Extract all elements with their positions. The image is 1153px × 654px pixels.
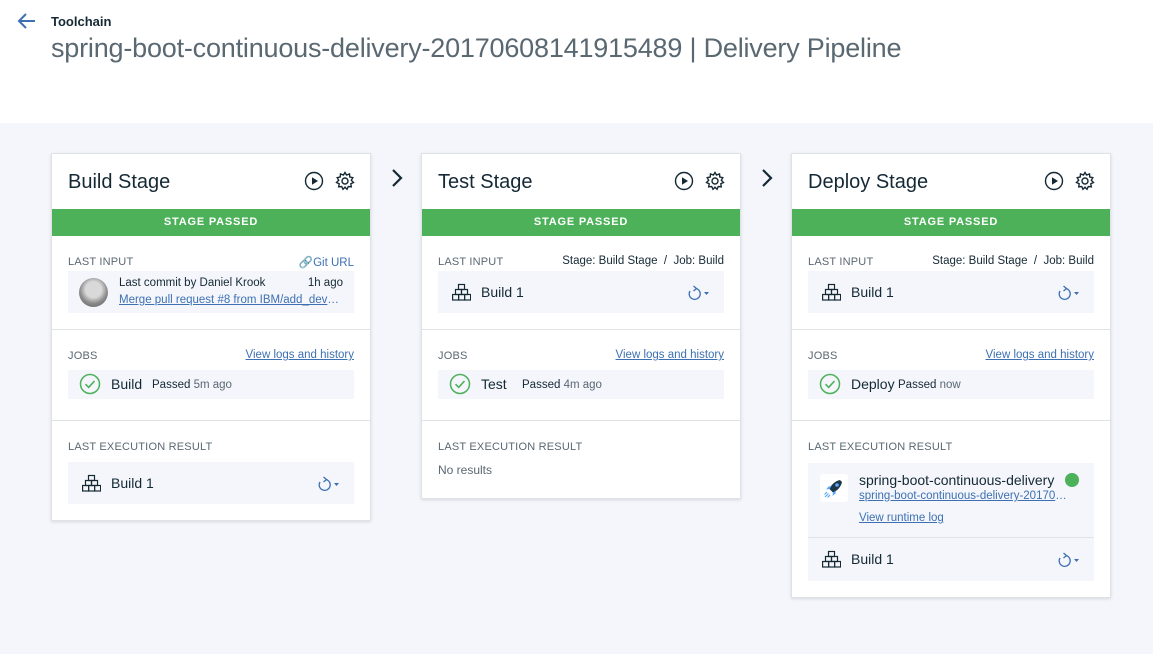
jobs-section: JOBS View logs and history Test Passed 4… [422, 330, 740, 421]
job-time: 4m ago [563, 379, 602, 391]
last-input-section: LAST INPUT 🔗Git URL Last commit by Danie… [52, 236, 370, 330]
stage-card-deploy: Deploy Stage STAGE PASSED LAST INPUT Sta… [791, 153, 1111, 598]
input-stage: Stage: Build Stage [562, 255, 658, 267]
input-build-tile: Build 1 [438, 271, 724, 313]
commit-tile: Last commit by Daniel Krook 1h ago Merge… [68, 271, 354, 313]
app-running-status-icon [1065, 473, 1079, 487]
jobs-section: JOBS View logs and history Deploy Passed… [792, 330, 1110, 421]
build-blocks-icon [822, 283, 841, 301]
job-item-test[interactable]: Test Passed 4m ago [438, 370, 724, 399]
app-url-link[interactable]: spring-boot-continuous-delivery-20170608… [859, 490, 1071, 502]
last-input-label: LAST INPUT [438, 256, 504, 268]
result-build-tile: Build 1 [808, 538, 1094, 581]
chevron-right-icon [392, 169, 403, 187]
view-logs-link[interactable]: View logs and history [616, 349, 724, 361]
view-logs-link[interactable]: View logs and history [246, 349, 354, 361]
app-name: spring-boot-continuous-delivery [859, 472, 1055, 488]
build-label: Build 1 [111, 475, 154, 491]
check-circle-icon [79, 373, 101, 395]
avatar [79, 278, 108, 307]
last-execution-label: LAST EXECUTION RESULT [808, 441, 953, 453]
last-execution-section: LAST EXECUTION RESULT Build 1 [52, 421, 370, 520]
commit-message-link[interactable]: Merge pull request #8 from IBM/add_devop… [119, 294, 345, 306]
stage-status-banner: STAGE PASSED [52, 209, 370, 236]
job-status: Passed 4m ago [522, 379, 602, 391]
build-blocks-icon [452, 283, 471, 301]
last-input-label: LAST INPUT [68, 256, 134, 268]
git-url-link[interactable]: 🔗Git URL [299, 255, 354, 269]
play-icon[interactable] [304, 171, 324, 191]
job-time: now [939, 379, 961, 391]
check-circle-icon [449, 373, 471, 395]
gear-icon[interactable] [705, 171, 725, 191]
input-source: Stage: Build Stage / Job: Build [932, 255, 1094, 267]
input-job: Job: Build [1043, 255, 1094, 267]
page-header: Toolchain spring-boot-continuous-deliver… [0, 0, 1153, 123]
job-status-text: Passed [522, 379, 561, 391]
view-logs-link[interactable]: View logs and history [986, 349, 1094, 361]
build-label: Build 1 [481, 284, 524, 300]
job-item-deploy[interactable]: Deploy Passed now [808, 370, 1094, 399]
rerun-dropdown-icon[interactable] [1055, 284, 1081, 302]
job-name: Deploy [851, 376, 895, 392]
last-execution-label: LAST EXECUTION RESULT [438, 441, 583, 453]
last-input-label: LAST INPUT [808, 256, 874, 268]
stage-status-banner: STAGE PASSED [422, 209, 740, 236]
job-status: Passed now [898, 379, 961, 391]
stage-title: Build Stage [68, 171, 171, 193]
build-label: Build 1 [851, 551, 894, 567]
input-build-tile: Build 1 [808, 271, 1094, 313]
jobs-section: JOBS View logs and history Build Passed … [52, 330, 370, 421]
input-source: Stage: Build Stage / Job: Build [562, 255, 724, 267]
check-circle-icon [819, 373, 841, 395]
rerun-dropdown-icon[interactable] [1055, 551, 1081, 569]
play-icon[interactable] [674, 171, 694, 191]
last-execution-section: LAST EXECUTION RESULT No results [422, 421, 740, 498]
page-title: spring-boot-continuous-delivery-20170608… [51, 33, 902, 63]
no-results-text: No results [438, 463, 493, 477]
last-input-section: LAST INPUT Stage: Build Stage / Job: Bui… [792, 236, 1110, 330]
back-arrow-icon[interactable] [16, 10, 38, 32]
commit-author: Last commit by Daniel Krook [119, 277, 266, 289]
deployed-app-tile: spring-boot-continuous-delivery spring-b… [808, 463, 1094, 581]
last-execution-label: LAST EXECUTION RESULT [68, 441, 213, 453]
rerun-dropdown-icon[interactable] [315, 475, 341, 493]
build-label: Build 1 [851, 284, 894, 300]
jobs-label: JOBS [808, 350, 838, 362]
build-blocks-icon [82, 474, 101, 492]
rerun-dropdown-icon[interactable] [685, 284, 711, 302]
job-time: 5m ago [193, 379, 232, 391]
play-icon[interactable] [1044, 171, 1064, 191]
chevron-right-icon [762, 169, 773, 187]
stage-card-build: Build Stage STAGE PASSED LAST INPUT 🔗Git… [51, 153, 371, 521]
stage-card-test: Test Stage STAGE PASSED LAST INPUT Stage… [421, 153, 741, 499]
job-status-text: Passed [898, 379, 937, 391]
stage-title: Deploy Stage [808, 171, 929, 193]
job-status: Passed 5m ago [152, 379, 232, 391]
jobs-label: JOBS [438, 350, 468, 362]
link-icon: 🔗 [298, 257, 314, 269]
jobs-label: JOBS [68, 350, 98, 362]
breadcrumb-toolchain[interactable]: Toolchain [51, 14, 111, 29]
gear-icon[interactable] [1075, 171, 1095, 191]
commit-time: 1h ago [307, 277, 343, 289]
git-url-label: Git URL [313, 257, 354, 269]
last-input-section: LAST INPUT Stage: Build Stage / Job: Bui… [422, 236, 740, 330]
stage-title: Test Stage [438, 171, 533, 193]
last-execution-section: LAST EXECUTION RESULT spring-boot-contin… [792, 421, 1110, 597]
input-job: Job: Build [673, 255, 724, 267]
job-item-build[interactable]: Build Passed 5m ago [68, 370, 354, 399]
build-blocks-icon [822, 550, 841, 568]
result-build-tile: Build 1 [68, 462, 354, 504]
job-status-text: Passed [152, 379, 191, 391]
job-name: Build [111, 376, 143, 392]
input-stage: Stage: Build Stage [932, 255, 1028, 267]
gear-icon[interactable] [335, 171, 355, 191]
job-name: Test [481, 376, 507, 392]
rocket-icon [820, 474, 848, 502]
view-runtime-log-link[interactable]: View runtime log [859, 512, 944, 524]
stage-status-banner: STAGE PASSED [792, 209, 1110, 236]
